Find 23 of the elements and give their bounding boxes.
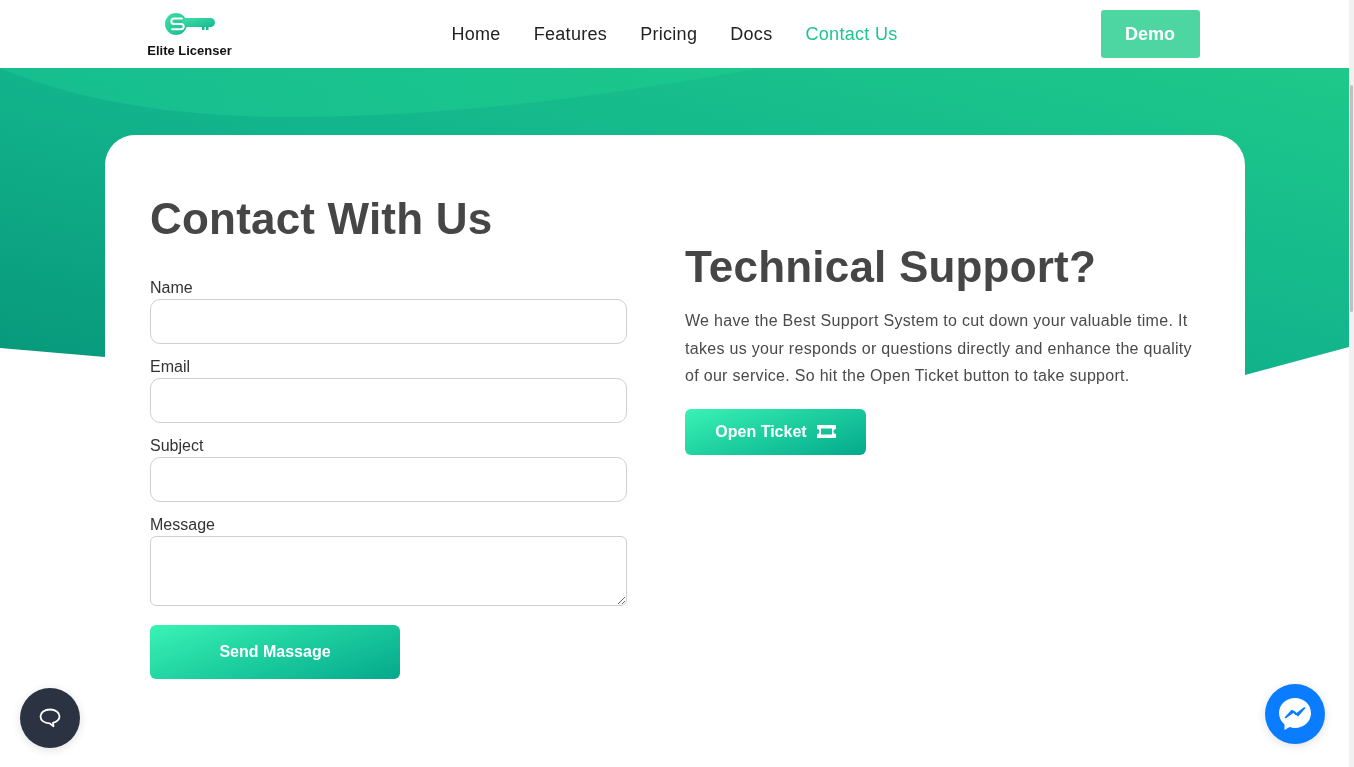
support-title: Technical Support? (685, 241, 1098, 293)
scrollbar[interactable] (1349, 0, 1354, 767)
key-logo-icon[interactable] (164, 12, 215, 35)
zigzag-bubble-icon (1278, 697, 1312, 731)
message-button[interactable] (1265, 684, 1325, 744)
field-label: Subject (150, 436, 205, 456)
message-field[interactable] (150, 536, 627, 606)
input-field[interactable] (150, 299, 627, 344)
chat-button[interactable] (20, 688, 80, 748)
field-label: Email (150, 357, 191, 377)
nav-link[interactable]: Pricing (640, 23, 698, 44)
field-label: Name (150, 278, 194, 298)
brand-name: Elite Licenser (147, 42, 232, 58)
form-title: Contact With Us (150, 193, 494, 245)
input-field[interactable] (150, 378, 627, 423)
speech-bubble-icon (39, 708, 61, 728)
ticket-icon (816, 425, 836, 438)
support-text: We have the Best Support System to cut down your valuable time. It takes us your responds or questions directly and enhance the quality of our service. So hit the Open Ticket button to take support. (685, 311, 1193, 386)
nav-link[interactable]: Docs (730, 23, 773, 44)
input-field[interactable] (150, 457, 627, 502)
nav-link[interactable]: Home (451, 23, 501, 44)
field-label: Message (150, 515, 216, 535)
nav-link[interactable]: Features (533, 23, 608, 44)
